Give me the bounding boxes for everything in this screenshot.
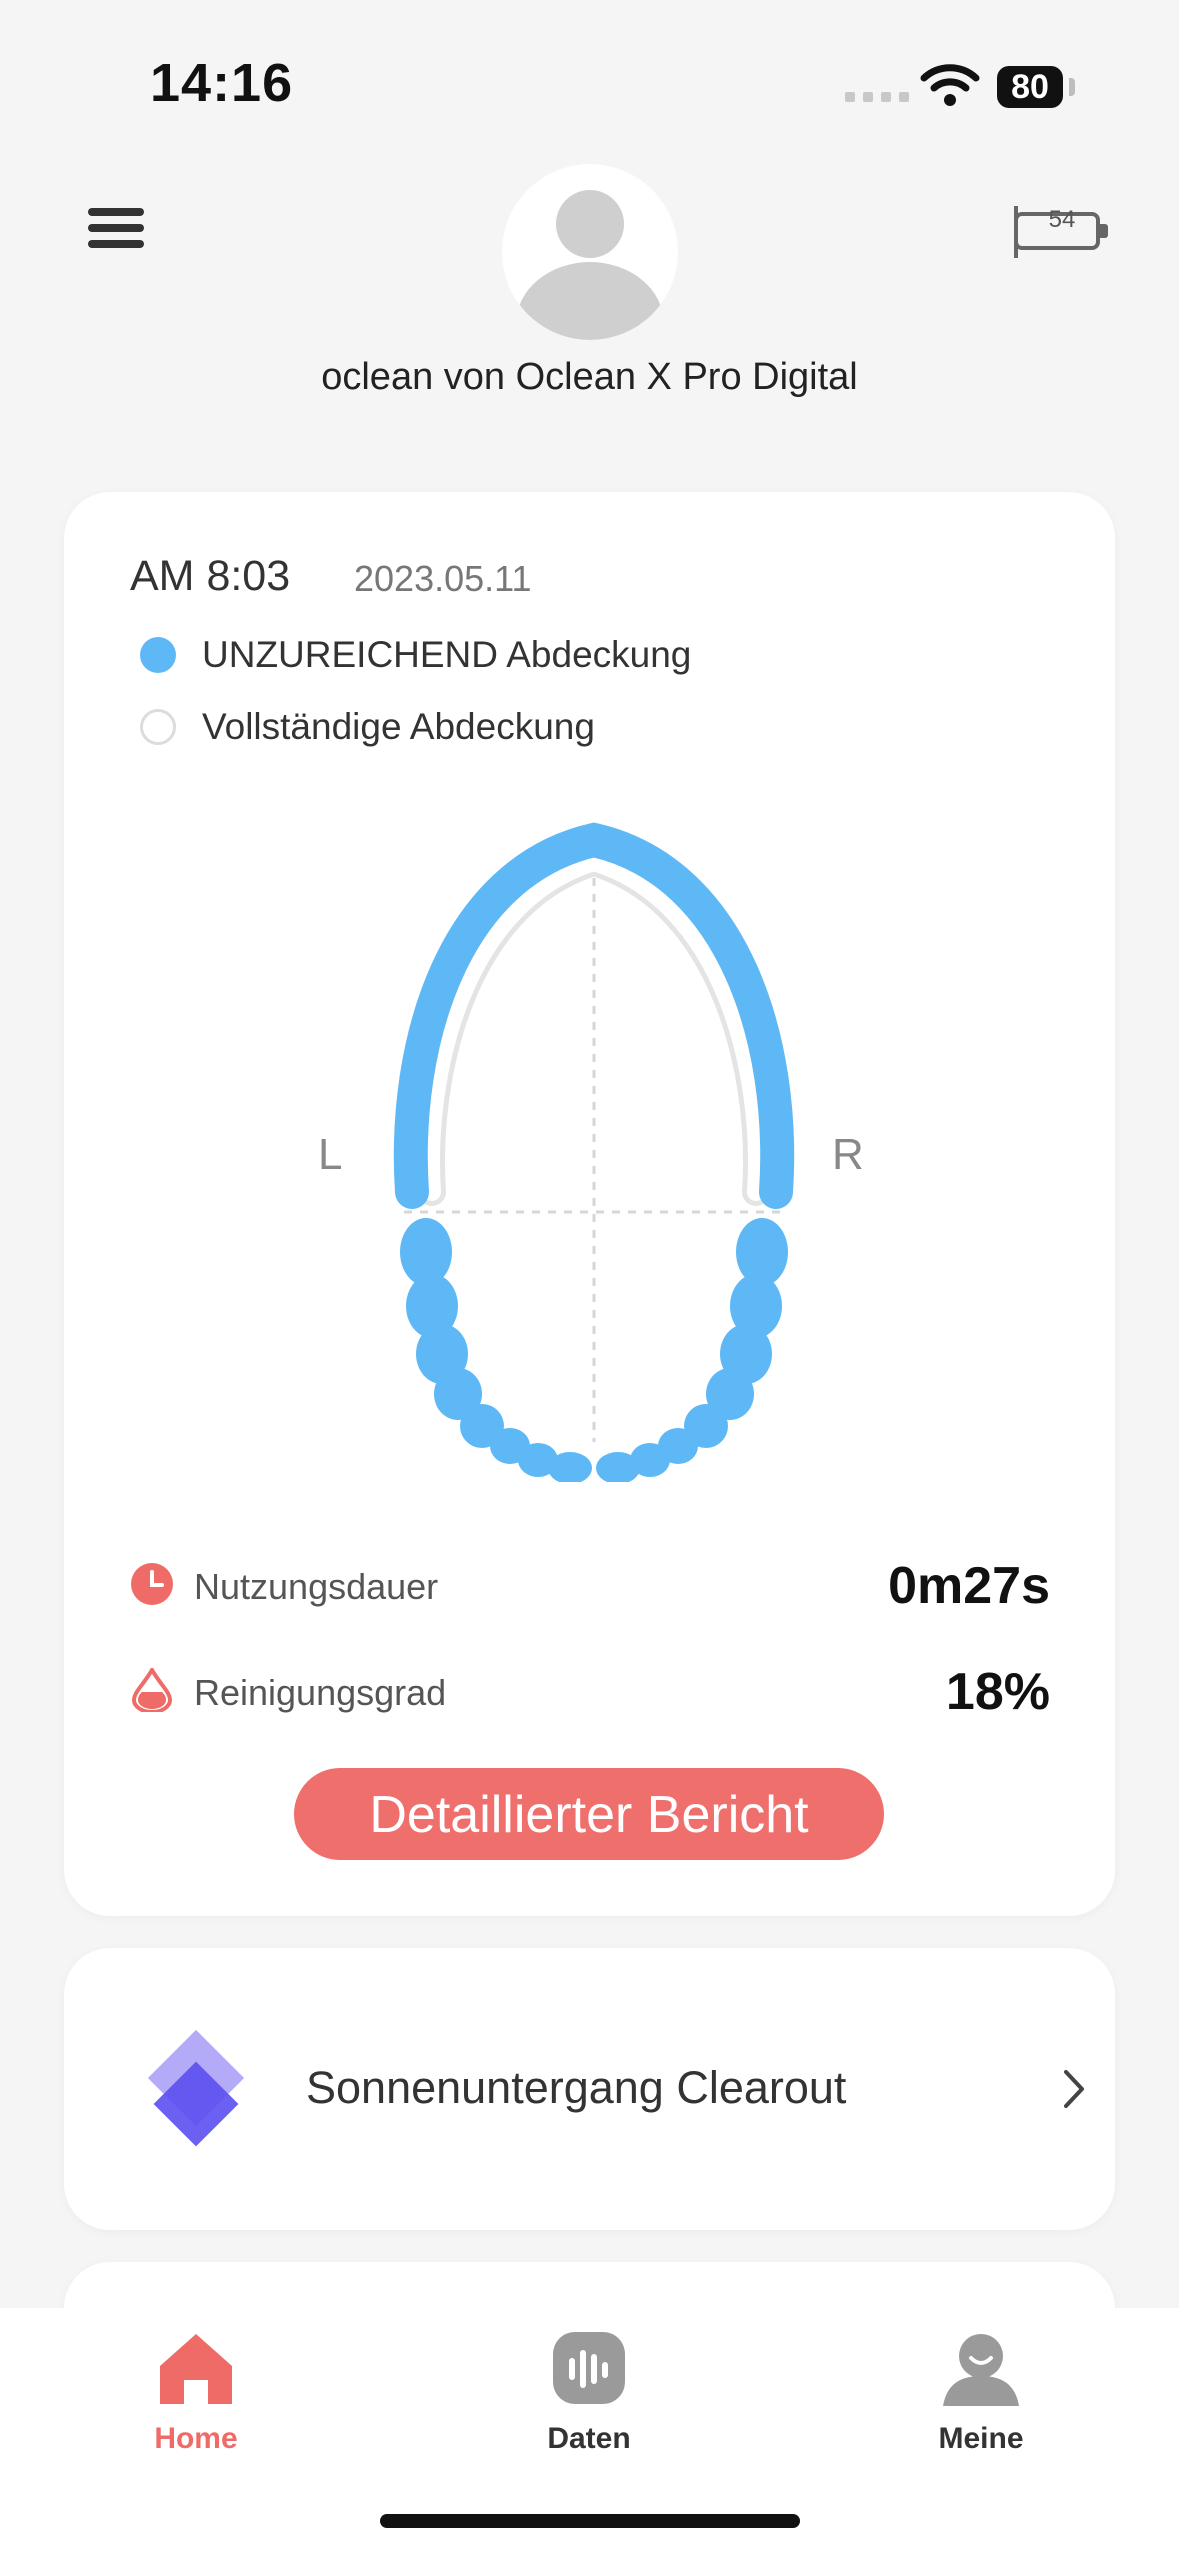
- data-bars-icon: [553, 2332, 625, 2404]
- clean-degree-row: Reinigungsgrad 18%: [130, 1660, 1050, 1721]
- tab-daten-label: Daten: [547, 2422, 631, 2455]
- avatar[interactable]: [502, 164, 678, 340]
- legend-empty-dot: [140, 709, 176, 745]
- chevron-right-icon: [1064, 2070, 1084, 2108]
- cellular-signal-icon: [845, 92, 909, 102]
- droplet-icon: [131, 1668, 173, 1712]
- tab-meine[interactable]: Meine: [881, 2328, 1081, 2478]
- duration-row: Nutzungsdauer 0m27s: [130, 1554, 1050, 1615]
- battery-tip: [1069, 78, 1075, 96]
- teeth-coverage-diagram: [393, 822, 795, 1482]
- brushing-report-card: AM 8:03 2023.05.11 UNZUREICHEND Abdeckun…: [64, 492, 1115, 1916]
- username: oclean von Oclean X Pro Digital: [321, 356, 858, 398]
- user-silhouette-icon: [516, 190, 664, 340]
- home-icon: [160, 2334, 232, 2404]
- tab-home-label: Home: [154, 2422, 238, 2455]
- clean-degree-label: Reinigungsgrad: [194, 1672, 447, 1713]
- status-bar: 14:16 80: [0, 0, 1179, 150]
- left-side-label: L: [318, 1130, 343, 1179]
- device-battery-badge: 54: [1048, 206, 1076, 233]
- wifi-icon: [920, 64, 980, 106]
- session-time: AM 8:03: [130, 552, 291, 600]
- home-indicator: [380, 2514, 800, 2528]
- legend-complete-label: Vollständige Abdeckung: [202, 706, 595, 747]
- status-time: 14:16: [150, 53, 294, 113]
- tab-daten[interactable]: Daten: [489, 2328, 689, 2478]
- tab-home[interactable]: Home: [96, 2328, 296, 2478]
- duration-label: Nutzungsdauer: [194, 1566, 439, 1607]
- mode-label: Sonnenuntergang Clearout: [306, 2062, 847, 2113]
- legend-insufficient: UNZUREICHEND Abdeckung: [140, 634, 691, 676]
- legend-complete: Vollständige Abdeckung: [140, 706, 595, 748]
- clean-degree-value: 18%: [945, 1663, 1050, 1721]
- right-side-label: R: [832, 1130, 864, 1179]
- mode-diamond-icon: [147, 2029, 245, 2147]
- battery-icon: 80: [997, 66, 1063, 108]
- duration-value: 0m27s: [888, 1557, 1050, 1615]
- session-date: 2023.05.11: [354, 558, 532, 599]
- brushing-mode-card[interactable]: Sonnenuntergang Clearout: [64, 1948, 1115, 2230]
- profile-icon: [943, 2334, 1019, 2406]
- menu-icon[interactable]: [88, 208, 144, 252]
- tab-meine-label: Meine: [938, 2422, 1024, 2455]
- legend-insufficient-label: UNZUREICHEND Abdeckung: [202, 634, 692, 675]
- clock-icon: [131, 1563, 173, 1605]
- detailed-report-button[interactable]: Detaillierter Bericht: [294, 1768, 884, 1860]
- legend-filled-dot: [140, 637, 176, 673]
